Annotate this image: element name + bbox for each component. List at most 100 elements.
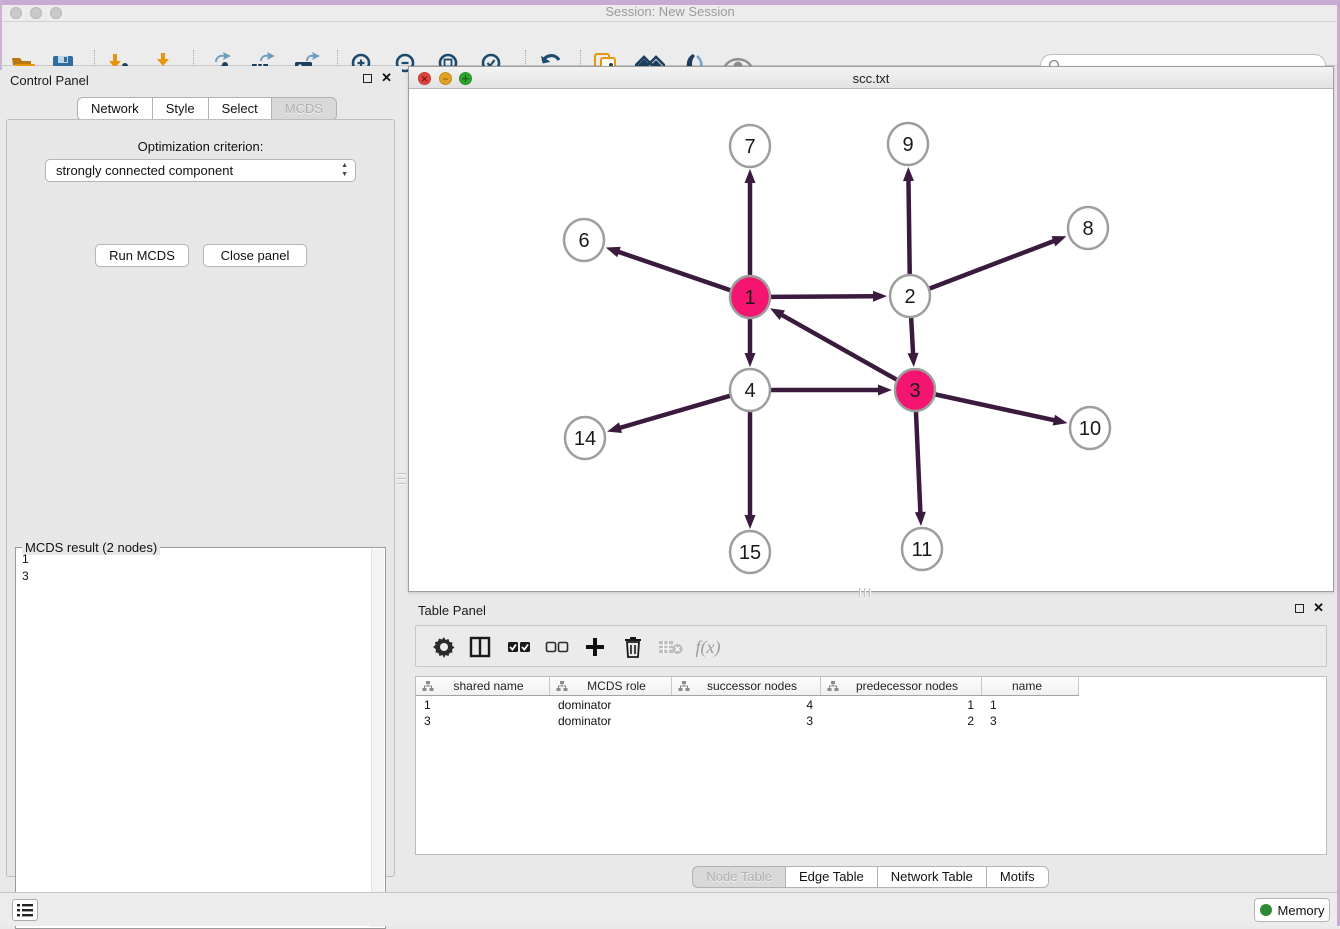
list-icon bbox=[17, 904, 33, 917]
memory-label: Memory bbox=[1278, 903, 1325, 918]
window-edge bbox=[0, 0, 2, 70]
hierarchy-icon bbox=[827, 680, 839, 692]
edge-4-14[interactable] bbox=[619, 396, 731, 429]
graph-node-label: 7 bbox=[744, 136, 755, 158]
edge-arrowhead bbox=[908, 353, 919, 367]
edge-arrowhead bbox=[915, 512, 926, 526]
close-panel-icon[interactable]: ✕ bbox=[1313, 603, 1324, 613]
table-panel: Table Panel ✕ f(x) shared nameMCDS bbox=[408, 596, 1334, 890]
edge-arrowhead bbox=[1051, 236, 1066, 246]
cell-predecessor-nodes[interactable]: 1 bbox=[821, 697, 982, 713]
criterion-value: strongly connected component bbox=[56, 163, 233, 178]
status-bar: Memory bbox=[0, 892, 1340, 926]
deselect-all-icon[interactable] bbox=[542, 632, 572, 662]
tab-motifs[interactable]: Motifs bbox=[986, 866, 1049, 888]
edge-2-8[interactable] bbox=[929, 240, 1056, 288]
column-header-shared-name[interactable]: shared name bbox=[416, 677, 550, 695]
mcds-result-line: 3 bbox=[22, 568, 369, 585]
cell-MCDS-role[interactable]: dominator bbox=[550, 713, 672, 729]
graph-node-label: 2 bbox=[904, 286, 915, 308]
column-header-successor-nodes[interactable]: successor nodes bbox=[672, 677, 821, 695]
edge-arrowhead bbox=[745, 169, 756, 183]
edge-3-10[interactable] bbox=[935, 394, 1056, 420]
graph-node-label: 3 bbox=[909, 380, 920, 402]
table-row[interactable]: 3dominator323 bbox=[416, 713, 1079, 729]
close-panel-button[interactable]: Close panel bbox=[203, 244, 307, 267]
cell-name[interactable]: 1 bbox=[982, 697, 1079, 713]
cell-predecessor-nodes[interactable]: 2 bbox=[821, 713, 982, 729]
edge-1-2[interactable] bbox=[770, 296, 875, 297]
float-panel-icon[interactable] bbox=[1295, 604, 1304, 613]
hierarchy-icon bbox=[422, 680, 434, 692]
network-window-titlebar[interactable]: ✕ − ＋ scc.txt bbox=[409, 67, 1333, 89]
task-history-button[interactable] bbox=[12, 899, 38, 921]
add-row-plus-icon[interactable] bbox=[580, 632, 610, 662]
network-canvas[interactable]: 7968124314101511 bbox=[409, 89, 1333, 591]
tab-select[interactable]: Select bbox=[208, 97, 272, 121]
edge-arrowhead bbox=[878, 385, 892, 396]
function-builder-icon[interactable]: f(x) bbox=[693, 632, 723, 662]
cell-successor-nodes[interactable]: 4 bbox=[672, 697, 821, 713]
tab-edge-table[interactable]: Edge Table bbox=[785, 866, 878, 888]
cell-shared-name[interactable]: 3 bbox=[416, 713, 550, 729]
edge-2-9[interactable] bbox=[908, 179, 909, 276]
close-panel-icon[interactable]: ✕ bbox=[381, 73, 392, 83]
table-tabs: Node TableEdge TableNetwork TableMotifs bbox=[408, 866, 1334, 888]
cell-MCDS-role[interactable]: dominator bbox=[550, 697, 672, 713]
show-columns-icon[interactable] bbox=[465, 632, 495, 662]
vertical-splitter-handle[interactable] bbox=[397, 466, 406, 492]
tab-network[interactable]: Network bbox=[77, 97, 153, 121]
edge-arrowhead bbox=[1053, 415, 1068, 426]
edge-arrowhead bbox=[607, 422, 622, 433]
memory-button[interactable]: Memory bbox=[1254, 898, 1330, 922]
cell-name[interactable]: 3 bbox=[982, 713, 1079, 729]
edge-arrowhead bbox=[770, 308, 785, 320]
column-header-predecessor-nodes[interactable]: predecessor nodes bbox=[821, 677, 982, 695]
edge-arrowhead bbox=[745, 353, 756, 367]
table-header-row: shared nameMCDS rolesuccessor nodesprede… bbox=[416, 677, 1079, 696]
hierarchy-icon bbox=[556, 680, 568, 692]
chevron-up-down-icon: ▲▼ bbox=[341, 161, 348, 179]
edge-3-1[interactable] bbox=[780, 314, 897, 380]
table-toolbar: f(x) bbox=[415, 625, 1327, 667]
control-panel-title: Control Panel bbox=[10, 73, 89, 88]
edge-3-11[interactable] bbox=[916, 410, 921, 514]
tab-node-table[interactable]: Node Table bbox=[692, 866, 786, 888]
tab-mcds[interactable]: MCDS bbox=[271, 97, 337, 121]
cell-shared-name[interactable]: 1 bbox=[416, 697, 550, 713]
graph-node-label: 8 bbox=[1082, 218, 1093, 240]
graph-node-label: 6 bbox=[578, 230, 589, 252]
select-all-icon[interactable] bbox=[504, 632, 534, 662]
mcds-panel: Optimization criterion: strongly connect… bbox=[6, 119, 395, 877]
edge-1-6[interactable] bbox=[617, 251, 731, 290]
edge-arrowhead bbox=[873, 291, 887, 302]
network-view-window: ✕ − ＋ scc.txt 7968124314101511 bbox=[408, 66, 1334, 592]
edge-arrowhead bbox=[903, 167, 914, 181]
run-mcds-button[interactable]: Run MCDS bbox=[95, 244, 189, 267]
tab-network-table[interactable]: Network Table bbox=[877, 866, 987, 888]
table-panel-title: Table Panel bbox=[418, 603, 486, 618]
graph-node-label: 14 bbox=[574, 428, 596, 450]
column-header-MCDS-role[interactable]: MCDS role bbox=[550, 677, 672, 695]
graph-node-label: 9 bbox=[902, 134, 913, 156]
network-title: scc.txt bbox=[409, 71, 1333, 86]
edge-2-3[interactable] bbox=[911, 316, 913, 355]
mcds-result-box: MCDS result (2 nodes) 13 bbox=[15, 547, 386, 929]
delete-table-icon[interactable] bbox=[656, 632, 686, 662]
scrollbar[interactable] bbox=[371, 549, 384, 927]
criterion-dropdown[interactable]: strongly connected component ▲▼ bbox=[45, 159, 356, 182]
float-panel-icon[interactable] bbox=[363, 74, 372, 83]
cell-successor-nodes[interactable]: 3 bbox=[672, 713, 821, 729]
table-row[interactable]: 1dominator411 bbox=[416, 697, 1079, 713]
tab-style[interactable]: Style bbox=[152, 97, 209, 121]
graph-node-label: 1 bbox=[744, 287, 755, 309]
window-title: Session: New Session bbox=[0, 4, 1340, 19]
control-panel-tabs: NetworkStyleSelectMCDS bbox=[78, 97, 337, 121]
horizontal-splitter-handle[interactable] bbox=[852, 588, 878, 597]
graph-node-label: 4 bbox=[744, 380, 755, 402]
delete-trash-icon[interactable] bbox=[618, 632, 648, 662]
table-settings-gear-icon[interactable] bbox=[429, 632, 459, 662]
column-header-name[interactable]: name bbox=[982, 677, 1079, 695]
mcds-result-text[interactable]: 13 bbox=[18, 551, 369, 926]
edge-arrowhead bbox=[606, 247, 621, 257]
